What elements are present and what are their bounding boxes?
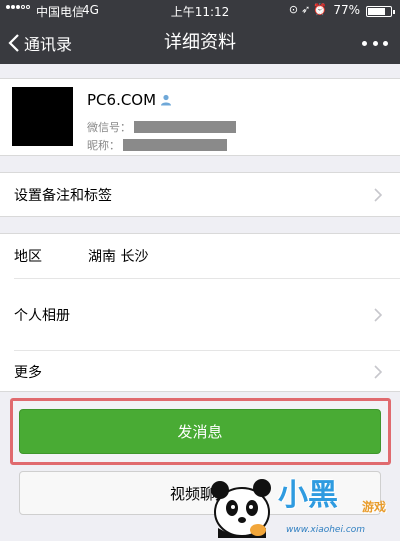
battery-percent: 77% (333, 3, 360, 17)
chevron-left-icon (8, 34, 19, 52)
cell-remark-tags[interactable]: 设置备注和标签 (0, 172, 400, 217)
chevron-right-icon (374, 187, 382, 202)
alarm-icon: ⏰ (313, 3, 330, 16)
person-icon (161, 94, 172, 106)
back-label: 通讯录 (24, 35, 73, 54)
wechat-id-redacted (134, 121, 236, 133)
nickname-redacted (123, 139, 227, 151)
location-icon: ➶ (301, 3, 314, 16)
cell-album-label: 个人相册 (14, 308, 70, 324)
chevron-right-icon (374, 308, 382, 322)
wechat-id-row: 微信号： (87, 119, 236, 135)
chevron-right-icon (374, 364, 382, 379)
more-options-icon[interactable] (362, 32, 388, 54)
profile-name-row: PC6.COM (87, 91, 172, 109)
profile-card: PC6.COM 微信号： 昵称： (0, 78, 400, 156)
watermark-sub: 游戏 (362, 500, 387, 514)
cell-more-label: 更多 (14, 364, 42, 381)
avatar[interactable] (12, 87, 73, 146)
send-message-button[interactable]: 发消息 (19, 409, 381, 454)
nav-bar: 通讯录 详细资料 (0, 22, 400, 64)
rotation-lock-icon: ⊙ (288, 3, 302, 16)
watermark: 小黑 游戏 www.xiaohei.com (206, 468, 400, 541)
cell-region-label: 地区 (14, 249, 42, 265)
watermark-brand: 小黑 (278, 478, 338, 513)
battery-icon (366, 6, 395, 17)
wechat-id-label: 微信号： (87, 121, 131, 134)
watermark-url: www.xiaohei.com (286, 525, 366, 535)
status-icons: ⊙➶⏰ (289, 3, 330, 16)
status-bar: 中国电信 4G 上午11:12 ⊙➶⏰ 77% (0, 0, 400, 22)
divider (14, 350, 400, 351)
cell-more[interactable]: 更多 (0, 352, 400, 392)
cell-region-value: 湖南 长沙 (88, 249, 149, 265)
divider (14, 278, 400, 279)
nickname-row: 昵称： (87, 137, 227, 153)
cell-remark-tags-label: 设置备注和标签 (14, 187, 112, 204)
profile-name: PC6.COM (87, 91, 157, 109)
cell-album[interactable]: 个人相册 (0, 280, 400, 350)
back-button[interactable]: 通讯录 (8, 22, 72, 64)
nickname-label: 昵称： (87, 139, 120, 152)
panda-logo-icon (211, 479, 271, 538)
cell-region: 地区 湖南 长沙 (0, 233, 400, 278)
